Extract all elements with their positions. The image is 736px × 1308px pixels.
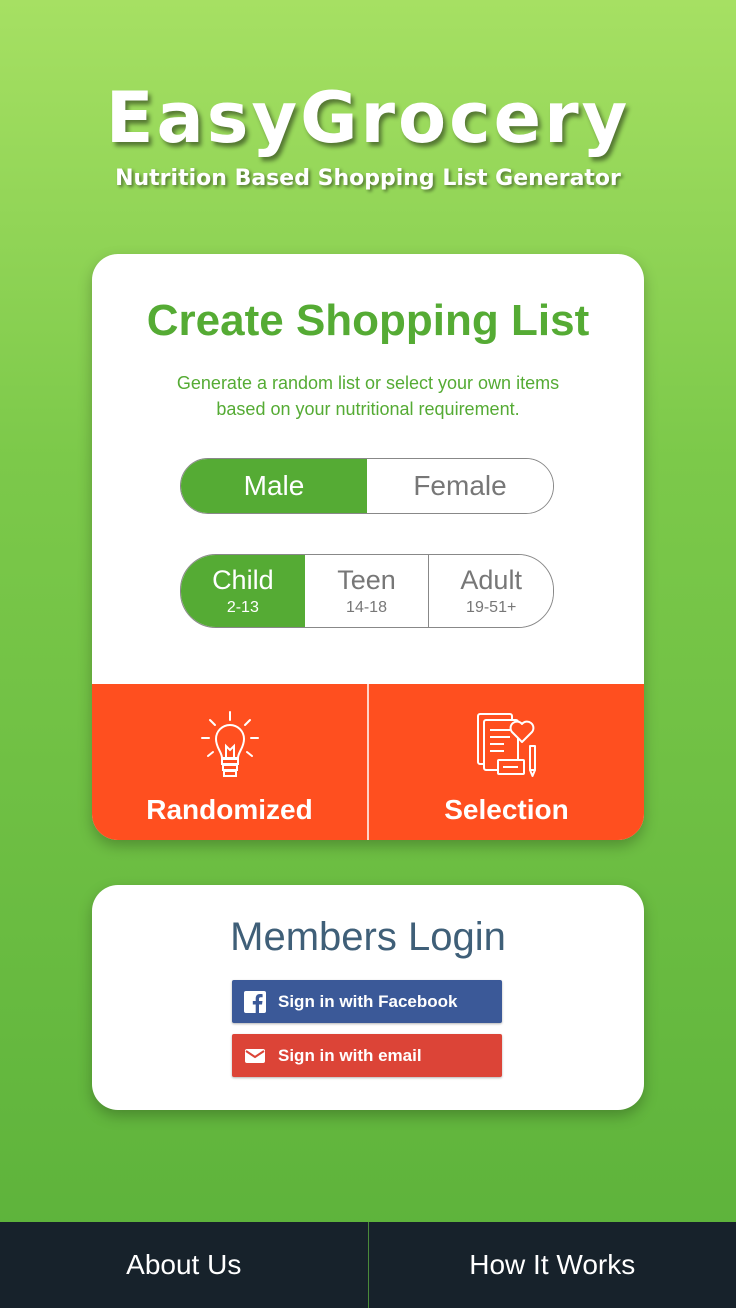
facebook-signin-label: Sign in with Facebook	[278, 991, 458, 1011]
age-option-adult[interactable]: Adult 19-51+	[428, 555, 553, 627]
randomized-button[interactable]: Randomized	[92, 684, 367, 840]
age-option-label: Child	[212, 565, 274, 595]
age-option-label: Adult	[460, 565, 522, 595]
gender-option-label: Female	[413, 470, 507, 501]
footer-about-us[interactable]: About Us	[0, 1222, 368, 1308]
randomized-label: Randomized	[146, 794, 313, 825]
selection-button[interactable]: Selection	[367, 684, 644, 840]
email-signin-label: Sign in with email	[278, 1045, 422, 1065]
action-bar: Randomized Selection	[92, 684, 644, 840]
age-option-child[interactable]: Child 2-13	[181, 555, 305, 627]
email-icon	[244, 1045, 266, 1067]
email-signin-button[interactable]: Sign in with email	[232, 1034, 502, 1077]
members-login-title: Members Login	[230, 915, 506, 959]
create-list-card: Create Shopping List Generate a random l…	[92, 254, 644, 840]
age-option-label: Teen	[337, 565, 396, 595]
age-option-teen[interactable]: Teen 14-18	[304, 555, 429, 627]
gender-option-male[interactable]: Male	[181, 459, 367, 513]
age-option-range: 14-18	[346, 599, 387, 616]
app-title: EasyGrocery	[105, 77, 631, 159]
age-group-selector: Child 2-13 Teen 14-18 Adult 19-51+	[180, 554, 554, 628]
footer-nav: About Us How It Works	[0, 1222, 736, 1308]
facebook-icon	[244, 990, 266, 1013]
age-option-range: 2-13	[226, 599, 259, 616]
description-line-2: based on your nutritional requirement.	[216, 399, 520, 419]
age-option-range: 19-51+	[466, 599, 517, 616]
header: EasyGrocery Nutrition Based Shopping Lis…	[0, 78, 736, 191]
gender-selector: Male Female	[180, 458, 554, 514]
gender-option-label: Male	[243, 470, 305, 501]
create-list-description: Generate a random list or select your ow…	[92, 370, 644, 422]
lightbulb-icon	[200, 711, 259, 777]
footer-how-it-works[interactable]: How It Works	[367, 1222, 736, 1308]
gender-option-female[interactable]: Female	[367, 459, 553, 513]
list-heart-icon	[476, 713, 536, 777]
selection-label: Selection	[444, 794, 569, 825]
app-subtitle: Nutrition Based Shopping List Generator	[115, 166, 621, 191]
members-login-card: Members Login Sign in with Facebook Sign…	[92, 885, 644, 1110]
create-list-title: Create Shopping List	[146, 296, 590, 345]
description-line-1: Generate a random list or select your ow…	[176, 373, 560, 393]
facebook-signin-button[interactable]: Sign in with Facebook	[232, 980, 502, 1023]
